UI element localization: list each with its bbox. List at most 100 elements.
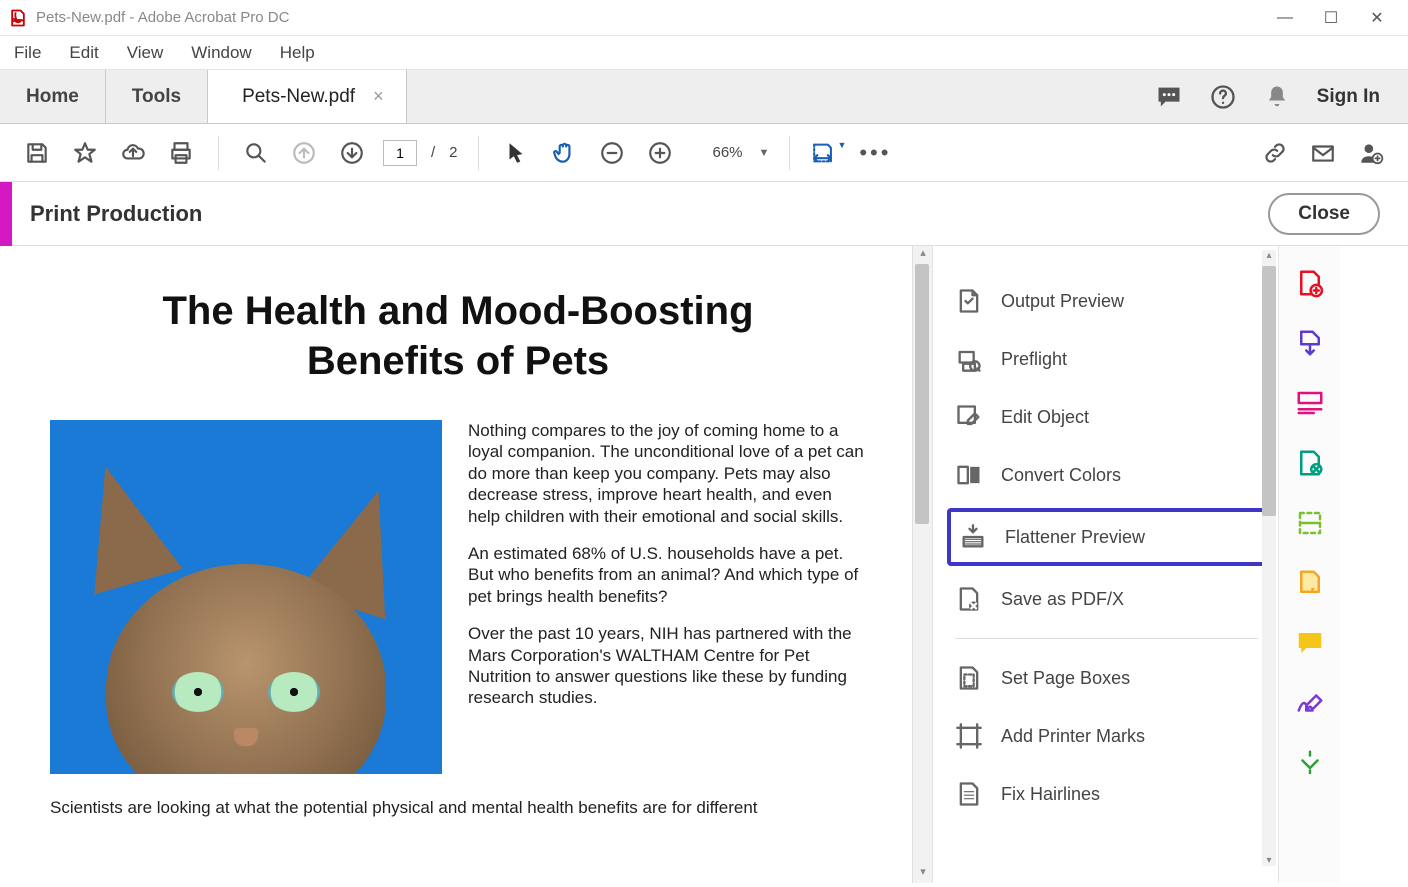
right-tool-rail (1278, 246, 1340, 883)
rail-comment-icon[interactable] (1295, 568, 1325, 598)
sidebar-item-label: Add Printer Marks (1001, 726, 1145, 747)
save-icon[interactable] (20, 136, 54, 170)
sidebar-item-label: Output Preview (1001, 291, 1124, 312)
document-text: Nothing compares to the joy of coming ho… (468, 420, 866, 774)
rail-more-tools-icon[interactable] (1295, 748, 1325, 778)
sidebar-item-edit-object[interactable]: Edit Object (955, 388, 1258, 446)
window-maximize-button[interactable]: ☐ (1308, 8, 1354, 28)
tab-tools[interactable]: Tools (106, 70, 208, 123)
rail-organize-icon[interactable] (1295, 448, 1325, 478)
toolbar: / 2 ▼ ▼ ••• (0, 124, 1408, 182)
main-area: ▶ The Health and Mood-Boosting Benefits … (0, 246, 1408, 883)
scroll-down-icon[interactable]: ▾ (913, 865, 933, 883)
document-paragraph: Scientists are looking at what the poten… (50, 798, 866, 818)
sidebar-item-label: Preflight (1001, 349, 1067, 370)
zoom-out-icon[interactable] (595, 136, 629, 170)
document-paragraph: Nothing compares to the joy of coming ho… (468, 420, 866, 527)
selection-tool-icon[interactable] (499, 136, 533, 170)
scrollbar-thumb[interactable] (915, 264, 929, 524)
edit-object-icon (955, 403, 983, 431)
sidebar-divider (955, 638, 1258, 639)
sidebar-item-convert-colors[interactable]: Convert Colors (955, 446, 1258, 504)
acrobat-app-icon (8, 8, 28, 28)
share-people-icon[interactable] (1354, 136, 1388, 170)
add-printer-marks-icon (955, 722, 983, 750)
sidebar-item-fix-hairlines[interactable]: Fix Hairlines (955, 765, 1258, 823)
help-icon[interactable] (1209, 83, 1237, 111)
print-production-title: Print Production (30, 201, 202, 227)
scroll-down-icon[interactable]: ▾ (1262, 855, 1276, 866)
sidebar-item-label: Edit Object (1001, 407, 1089, 428)
sidebar-item-label: Fix Hairlines (1001, 784, 1100, 805)
scroll-up-icon[interactable]: ▴ (1262, 250, 1276, 261)
window-title: Pets-New.pdf - Adobe Acrobat Pro DC (36, 9, 289, 26)
page-number-input[interactable] (383, 140, 417, 166)
sidepanel-scrollbar[interactable]: ▴ ▾ (1262, 250, 1276, 866)
zoom-dropdown-icon[interactable]: ▼ (759, 147, 770, 159)
share-link-icon[interactable] (1258, 136, 1292, 170)
document-pane: The Health and Mood-Boosting Benefits of… (0, 246, 912, 883)
cat-image (50, 420, 442, 774)
notifications-icon[interactable] (1263, 83, 1291, 111)
window-minimize-button[interactable]: — (1262, 9, 1308, 27)
convert-colors-icon (955, 461, 983, 489)
hand-tool-icon[interactable] (547, 136, 581, 170)
rail-create-pdf-icon[interactable] (1295, 268, 1325, 298)
print-production-panel: Output Preview Preflight Edit Object Con… (932, 246, 1278, 883)
menu-edit[interactable]: Edit (69, 43, 98, 63)
fix-hairlines-icon (955, 780, 983, 808)
print-production-close-button[interactable]: Close (1268, 193, 1380, 235)
sign-in-button[interactable]: Sign In (1317, 86, 1380, 108)
sidebar-item-flattener-preview[interactable]: Flattener Preview (947, 508, 1266, 566)
sidebar-item-output-preview[interactable]: Output Preview (955, 272, 1258, 330)
print-icon[interactable] (164, 136, 198, 170)
menu-view[interactable]: View (127, 43, 164, 63)
sidebar-item-add-printer-marks[interactable]: Add Printer Marks (955, 707, 1258, 765)
cloud-upload-icon[interactable] (116, 136, 150, 170)
sidebar-item-save-pdfx[interactable]: Save as PDF/X (955, 570, 1258, 628)
tab-document[interactable]: Pets-New.pdf × (208, 70, 407, 123)
tab-home[interactable]: Home (0, 70, 106, 123)
menubar: File Edit View Window Help (0, 36, 1408, 70)
sidebar-item-label: Save as PDF/X (1001, 589, 1124, 610)
star-icon[interactable] (68, 136, 102, 170)
page-total: 2 (449, 144, 457, 161)
document-paragraph: An estimated 68% of U.S. households have… (468, 543, 866, 607)
zoom-level-input[interactable] (691, 141, 745, 165)
window-close-button[interactable]: ✕ (1354, 8, 1400, 28)
page-down-icon[interactable] (335, 136, 369, 170)
rail-sign-icon[interactable] (1295, 688, 1325, 718)
rail-scan-ocr-icon[interactable] (1295, 508, 1325, 538)
flattener-preview-icon (959, 523, 987, 551)
comments-icon[interactable] (1155, 83, 1183, 111)
print-production-accent (0, 182, 12, 246)
scroll-up-icon[interactable]: ▴ (913, 246, 933, 264)
save-pdfx-icon (955, 585, 983, 613)
fit-width-icon[interactable]: ▼ (810, 136, 844, 170)
rail-sticky-note-icon[interactable] (1295, 628, 1325, 658)
output-preview-icon (955, 287, 983, 315)
menu-file[interactable]: File (14, 43, 41, 63)
zoom-in-icon[interactable] (643, 136, 677, 170)
print-production-bar: Print Production Close (0, 182, 1408, 246)
tab-document-close-button[interactable]: × (373, 86, 384, 107)
document-scrollbar[interactable]: ▴ ▾ (912, 246, 932, 883)
document-title: The Health and Mood-Boosting Benefits of… (90, 286, 826, 386)
sidebar-item-preflight[interactable]: Preflight (955, 330, 1258, 388)
page-up-icon[interactable] (287, 136, 321, 170)
menu-help[interactable]: Help (280, 43, 315, 63)
rail-export-pdf-icon[interactable] (1295, 328, 1325, 358)
sidebar-item-set-page-boxes[interactable]: Set Page Boxes (955, 649, 1258, 707)
tabbar: Home Tools Pets-New.pdf × Sign In (0, 70, 1408, 124)
overflow-icon[interactable]: ••• (858, 136, 892, 170)
menu-window[interactable]: Window (191, 43, 251, 63)
sidebar-item-label: Convert Colors (1001, 465, 1121, 486)
preflight-icon (955, 345, 983, 373)
search-icon[interactable] (239, 136, 273, 170)
document-paragraph: Over the past 10 years, NIH has partnere… (468, 623, 866, 709)
titlebar: Pets-New.pdf - Adobe Acrobat Pro DC — ☐ … (0, 0, 1408, 36)
email-icon[interactable] (1306, 136, 1340, 170)
scrollbar-thumb[interactable] (1262, 266, 1276, 516)
rail-edit-pdf-icon[interactable] (1295, 388, 1325, 418)
page-separator: / (431, 144, 435, 161)
